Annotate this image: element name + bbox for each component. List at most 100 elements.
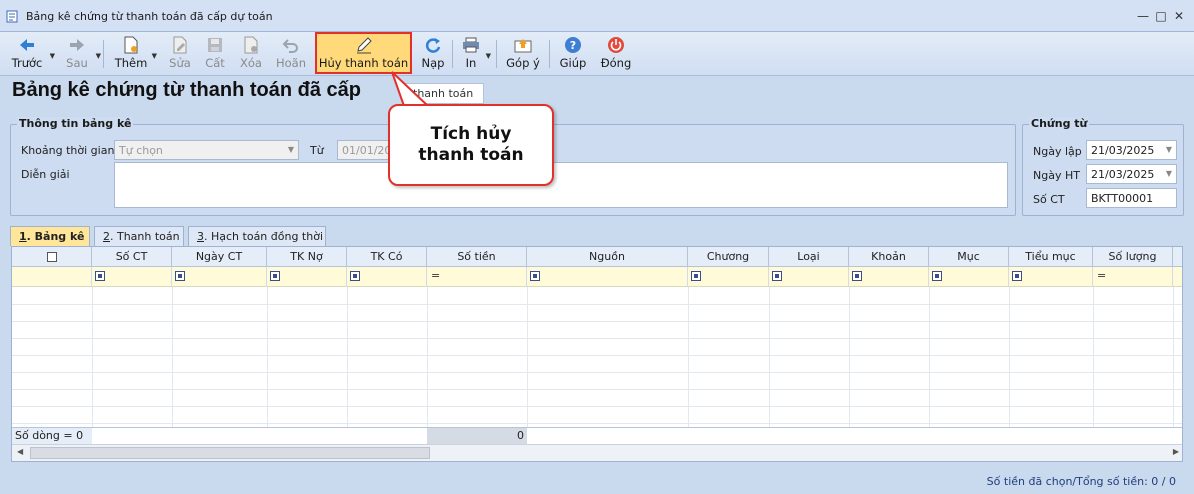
filter-icon[interactable] xyxy=(530,271,540,281)
chevron-down-icon[interactable]: ▼ xyxy=(50,52,55,60)
footer-spacer xyxy=(92,428,427,444)
filter-icon[interactable] xyxy=(772,271,782,281)
filter-icon[interactable] xyxy=(95,271,105,281)
reload-button[interactable]: Nạp xyxy=(420,34,446,74)
col-header[interactable]: Số lượng xyxy=(1093,247,1173,267)
chevron-down-icon[interactable]: ▼ xyxy=(486,52,491,60)
svg-text:?: ? xyxy=(570,39,576,52)
col-divider xyxy=(769,287,770,427)
col-header[interactable]: Số tiền xyxy=(427,247,527,267)
col-header[interactable]: Loại xyxy=(769,247,849,267)
col-divider xyxy=(1093,287,1094,427)
print-button[interactable]: In ▼ xyxy=(460,34,491,74)
chevron-down-icon[interactable]: ▼ xyxy=(96,52,101,60)
undo-button[interactable]: Hoãn xyxy=(274,34,308,74)
col-divider xyxy=(1173,287,1174,427)
col-header[interactable]: Khoản xyxy=(849,247,929,267)
scrollbar-thumb[interactable] xyxy=(30,447,430,459)
filter-cell[interactable] xyxy=(527,267,688,287)
col-divider xyxy=(347,287,348,427)
date-field[interactable]: 21/03/2025 ▼ xyxy=(1086,140,1177,160)
undo-icon xyxy=(282,36,300,54)
col-divider xyxy=(849,287,850,427)
chevron-down-icon: ▼ xyxy=(1165,145,1172,154)
equals-icon[interactable]: = xyxy=(1097,269,1106,282)
save-button[interactable]: Cất xyxy=(203,34,227,74)
filter-cell[interactable] xyxy=(172,267,267,287)
tab-simultaneous-entry[interactable]: 3. Hạch toán đồng thời xyxy=(188,226,326,246)
chevron-down-icon[interactable]: ▼ xyxy=(152,52,157,60)
col-divider xyxy=(427,287,428,427)
help-button[interactable]: ? Giúp xyxy=(558,34,588,74)
voucher-no-field[interactable]: BKTT00001 xyxy=(1086,188,1177,208)
delete-button[interactable]: Xóa xyxy=(237,34,265,74)
col-header[interactable]: Nguồn xyxy=(527,247,688,267)
prev-button[interactable]: Trước ▼ xyxy=(8,34,55,74)
col-header[interactable]: Ngày CT xyxy=(172,247,267,267)
col-divider xyxy=(267,287,268,427)
printer-icon xyxy=(462,36,480,54)
minimize-icon[interactable]: — xyxy=(1134,8,1152,24)
edit-button[interactable]: Sửa xyxy=(167,34,193,74)
close-button[interactable]: Đóng xyxy=(600,34,632,74)
footer-spacer xyxy=(527,428,1182,444)
description-field[interactable] xyxy=(114,162,1008,208)
scroll-left-icon[interactable]: ◀ xyxy=(17,447,23,456)
col-header[interactable]: Chương xyxy=(688,247,769,267)
select-all-checkbox[interactable] xyxy=(46,251,57,262)
filter-cell[interactable] xyxy=(688,267,769,287)
filter-cell[interactable] xyxy=(929,267,1009,287)
title-bar: Bảng kê chứng từ thanh toán đã cấp dự to… xyxy=(0,0,1194,32)
col-header[interactable]: Tiểu mục xyxy=(1009,247,1093,267)
filter-cell[interactable] xyxy=(1009,267,1093,287)
post-date-field[interactable]: 21/03/2025 ▼ xyxy=(1086,164,1177,184)
refresh-icon xyxy=(424,36,442,54)
add-button[interactable]: Thêm ▼ xyxy=(114,34,157,74)
chevron-down-icon: ▼ xyxy=(1165,169,1172,178)
filter-cell[interactable]: = xyxy=(427,267,527,287)
period-label: Khoảng thời gian xyxy=(21,144,115,157)
select-all-column[interactable] xyxy=(12,247,92,267)
power-icon xyxy=(607,36,625,54)
voucher-group: Chứng từ Ngày lập 21/03/2025 ▼ Ngày HT 2… xyxy=(1022,117,1184,216)
description-label: Diễn giải xyxy=(21,168,70,181)
horizontal-scrollbar[interactable]: ◀ ▶ xyxy=(12,444,1182,461)
filter-cell[interactable] xyxy=(347,267,427,287)
filter-icon[interactable] xyxy=(175,271,185,281)
filter-icon[interactable] xyxy=(1012,271,1022,281)
col-header[interactable]: TK Có xyxy=(347,247,427,267)
period-select[interactable]: Tự chọn ▼ xyxy=(114,140,299,160)
row-divider xyxy=(12,406,1182,407)
row-count: Số dòng = 0 xyxy=(15,429,84,442)
col-header[interactable]: Mục xyxy=(929,247,1009,267)
filter-icon[interactable] xyxy=(350,271,360,281)
next-button[interactable]: Sau ▼ xyxy=(62,34,101,74)
col-divider xyxy=(1009,287,1010,427)
equals-icon[interactable]: = xyxy=(431,269,440,282)
col-header[interactable]: Số CT xyxy=(92,247,172,267)
filter-icon[interactable] xyxy=(852,271,862,281)
filter-icon[interactable] xyxy=(691,271,701,281)
cancel-payment-button[interactable]: Hủy thanh toán xyxy=(315,32,412,74)
feedback-button[interactable]: Góp ý xyxy=(505,34,541,74)
filter-icon[interactable] xyxy=(270,271,280,281)
col-divider xyxy=(172,287,173,427)
filter-icon[interactable] xyxy=(932,271,942,281)
maximize-icon[interactable]: □ xyxy=(1152,8,1170,24)
filter-cell[interactable] xyxy=(769,267,849,287)
tab-list[interactable]: 1. Bảng kê xyxy=(10,226,90,246)
filter-cell[interactable] xyxy=(267,267,347,287)
filter-cell[interactable] xyxy=(849,267,929,287)
scroll-right-icon[interactable]: ▶ xyxy=(1173,447,1179,456)
pen-icon xyxy=(355,36,373,54)
post-date-label: Ngày HT xyxy=(1033,169,1080,182)
filter-cell[interactable]: = xyxy=(1093,267,1173,287)
col-header[interactable]: TK Nợ xyxy=(267,247,347,267)
info-group-title: Thông tin bảng kê xyxy=(17,117,134,130)
edit-icon xyxy=(171,36,189,54)
toolbar-separator xyxy=(496,40,497,68)
tab-payment[interactable]: 2. Thanh toán xyxy=(94,226,184,246)
filter-cell[interactable] xyxy=(92,267,172,287)
close-window-icon[interactable]: ✕ xyxy=(1170,8,1188,24)
col-divider xyxy=(929,287,930,427)
